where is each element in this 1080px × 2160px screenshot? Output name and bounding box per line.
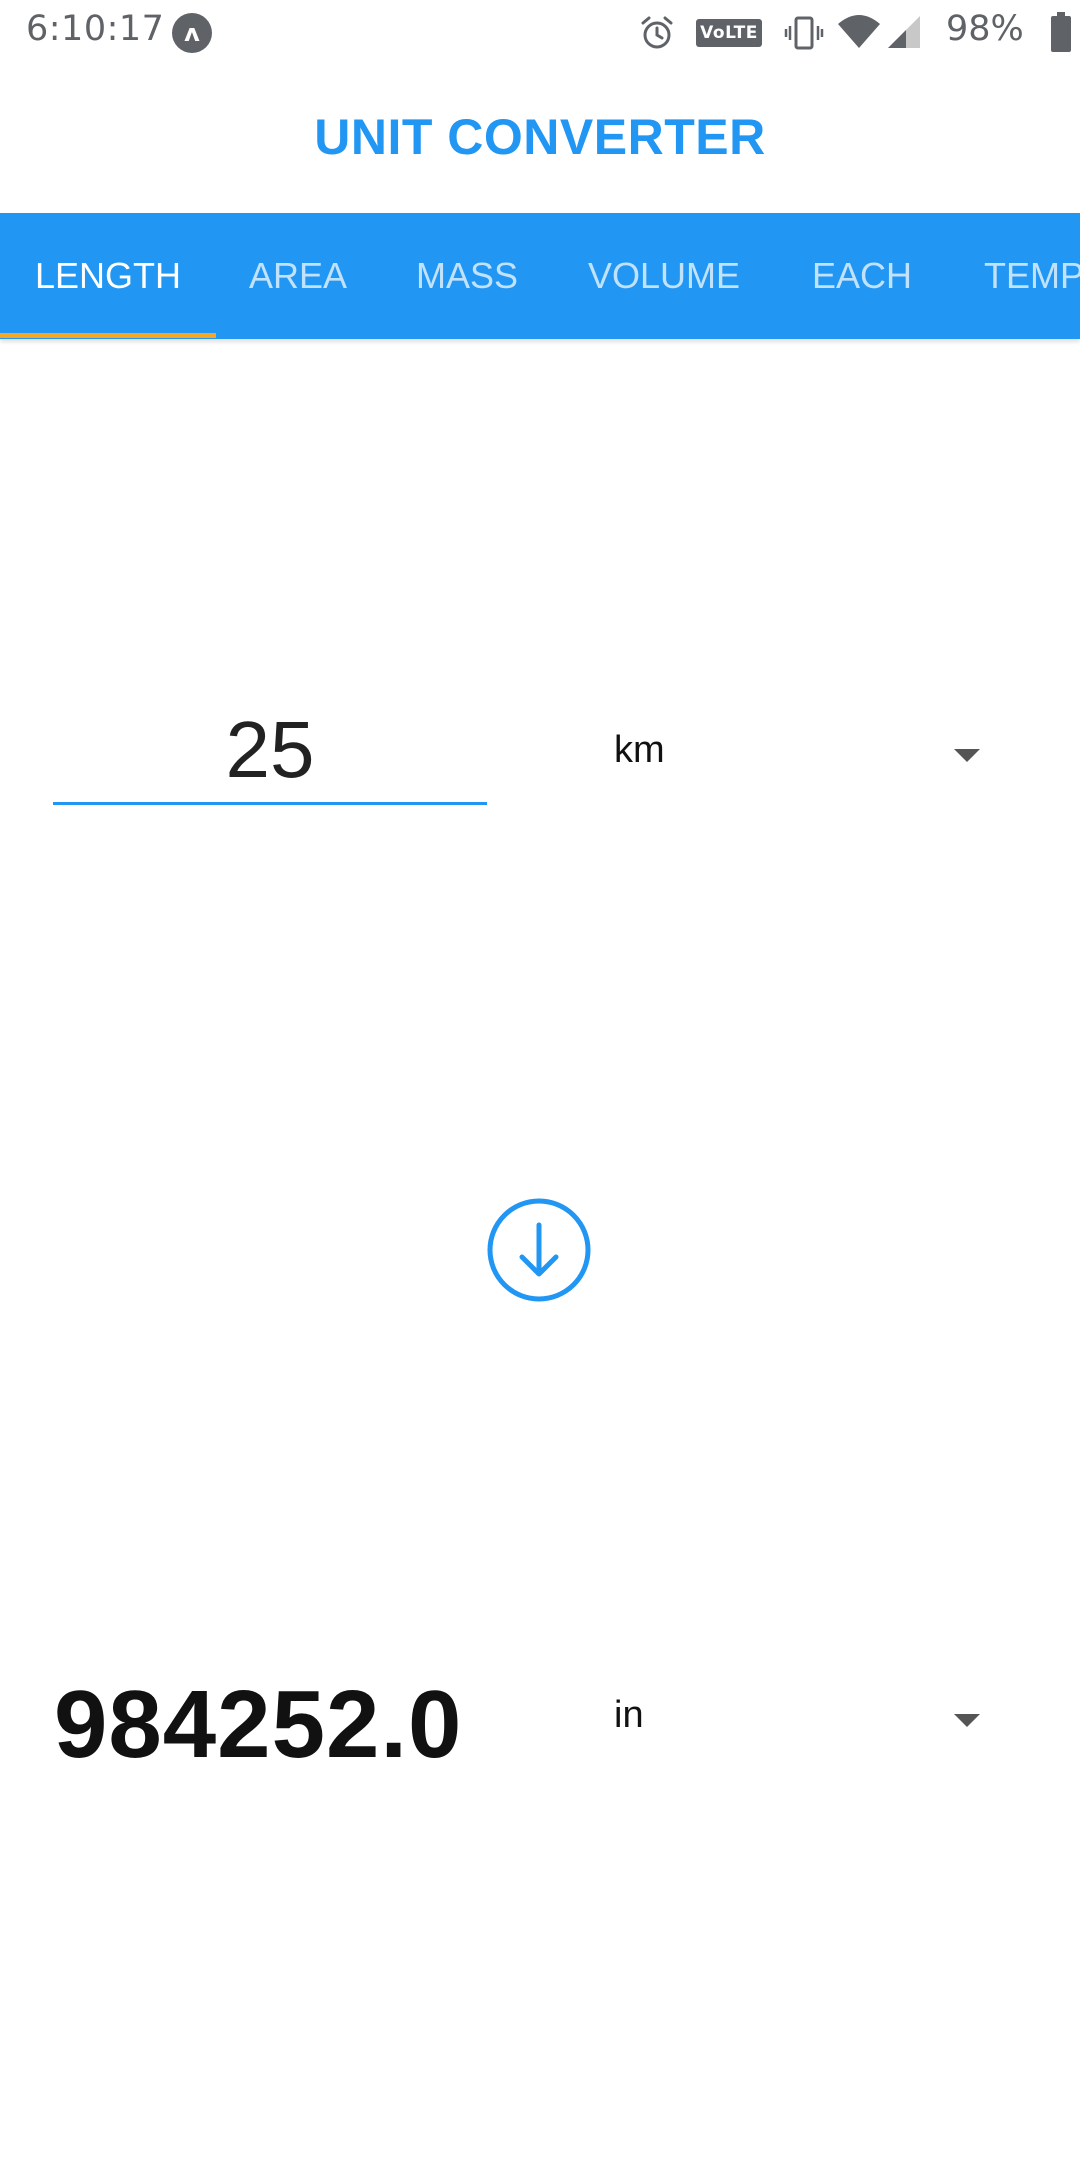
tab-volume[interactable]: VOLUME xyxy=(580,213,748,339)
app-screen: 6:10:17 ʌ VoLTE 98% UNIT CONVERTER LENGT… xyxy=(0,0,1080,2160)
result-value: 984252.0 xyxy=(54,1671,463,1778)
dropdown-arrow-icon xyxy=(954,1714,980,1727)
tab-bar: LENGTH AREA MASS VOLUME EACH TEMP xyxy=(0,213,1080,339)
wifi-icon xyxy=(838,15,880,48)
tab-temp[interactable]: TEMP xyxy=(984,213,1080,339)
to-unit-label: in xyxy=(614,1694,644,1736)
app-title: UNIT CONVERTER xyxy=(314,109,766,165)
volte-icon: VoLTE xyxy=(696,19,762,47)
from-unit-label: km xyxy=(614,729,665,771)
tab-each[interactable]: EACH xyxy=(800,213,924,339)
input-underline xyxy=(53,802,487,805)
active-tab-indicator xyxy=(0,333,216,338)
status-time: 6:10:17 xyxy=(26,9,165,49)
input-field-container xyxy=(53,700,487,805)
from-unit-select[interactable]: km xyxy=(614,715,994,795)
status-bar: 6:10:17 ʌ VoLTE 98% xyxy=(0,0,1080,64)
battery-icon xyxy=(1051,12,1071,52)
arrow-down-circle-icon[interactable] xyxy=(486,1197,592,1303)
value-input[interactable] xyxy=(53,700,487,800)
tab-mass[interactable]: MASS xyxy=(398,213,536,339)
cell-signal-icon xyxy=(888,16,920,48)
arrow-up-icon: ʌ xyxy=(172,13,212,53)
tab-area[interactable]: AREA xyxy=(230,213,366,339)
to-unit-select[interactable]: in xyxy=(614,1680,994,1760)
status-icons: VoLTE 98% xyxy=(610,0,1080,64)
tab-length[interactable]: LENGTH xyxy=(0,213,216,339)
battery-percent: 98% xyxy=(946,9,1024,49)
vibrate-icon xyxy=(784,16,824,50)
dropdown-arrow-icon xyxy=(954,749,980,762)
alarm-icon xyxy=(641,16,673,49)
